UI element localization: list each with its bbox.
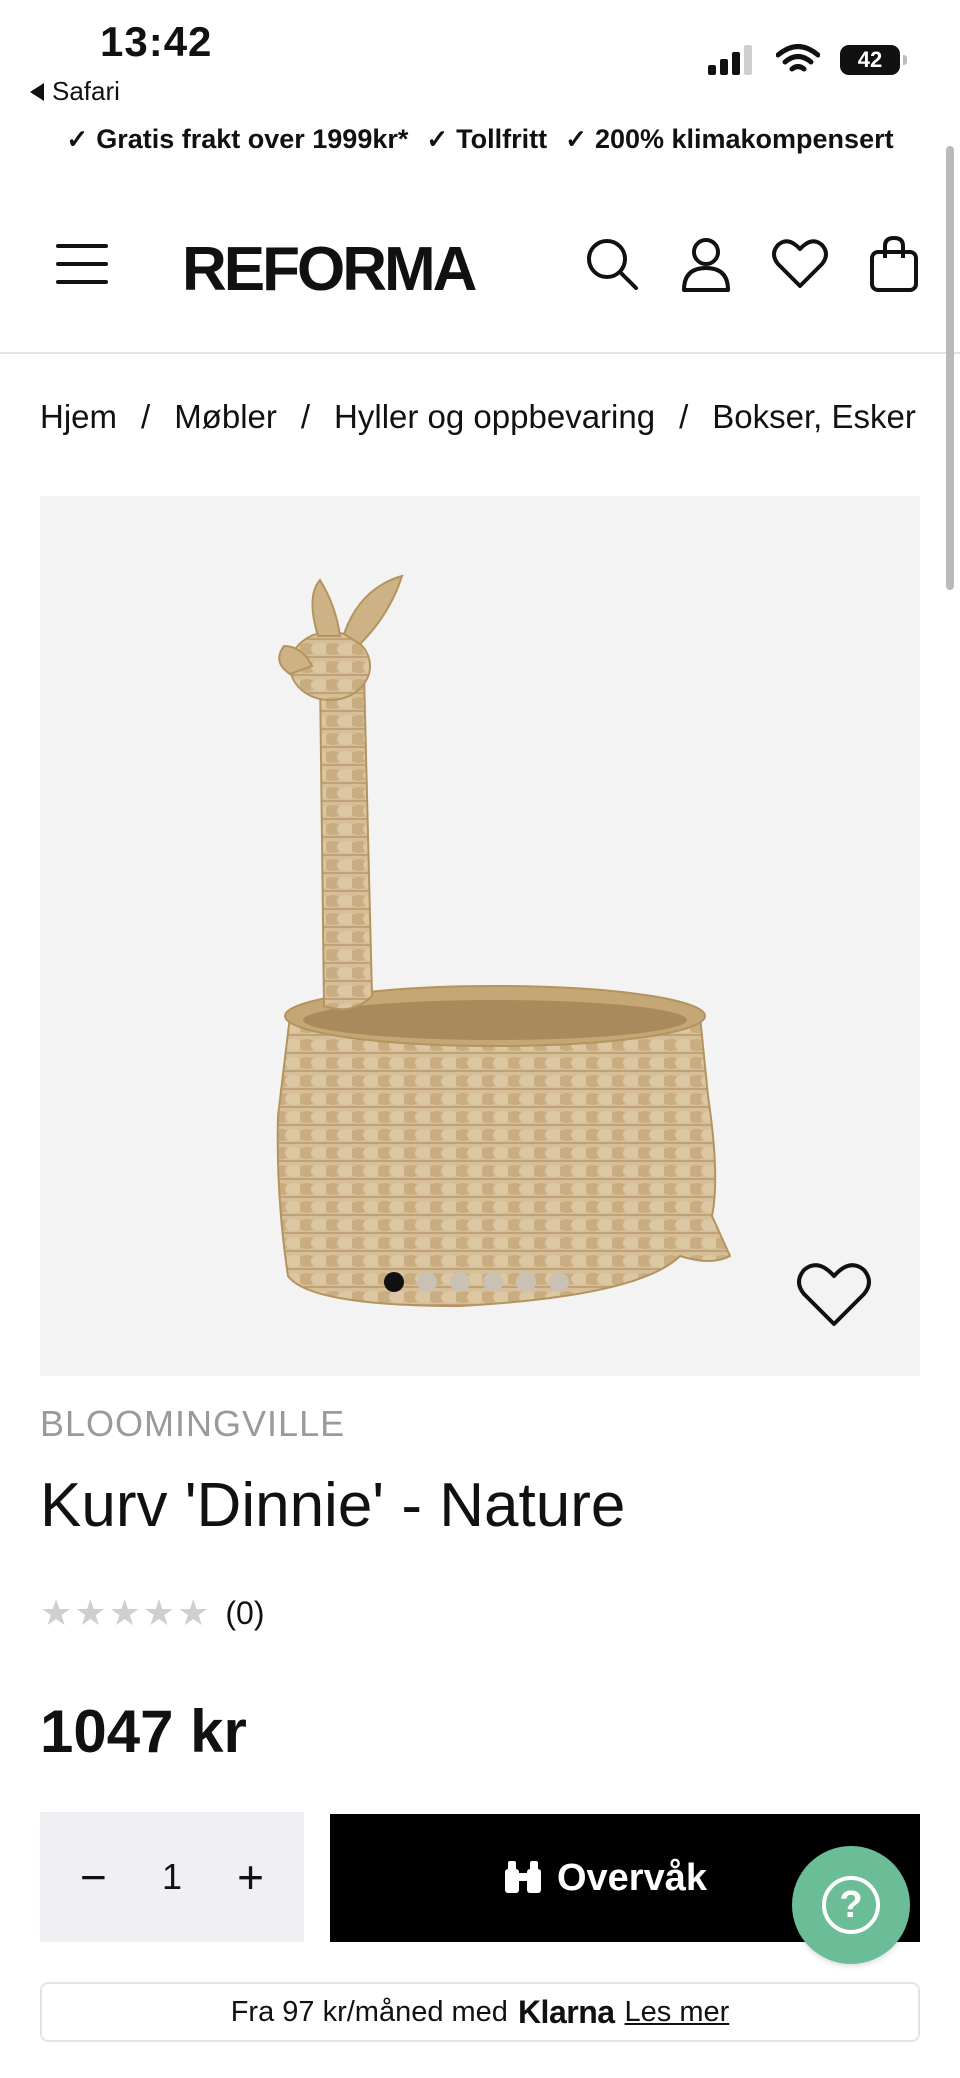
product-rating[interactable]: ★★★★★ (0) — [40, 1592, 264, 1634]
site-header: REFORMA — [0, 200, 960, 354]
search-icon[interactable] — [582, 234, 642, 294]
status-icons: 42 — [708, 44, 907, 76]
rating-count: (0) — [225, 1594, 265, 1631]
watch-label: Overvåk — [556, 1856, 707, 1899]
check-icon: ✓ — [426, 124, 449, 154]
usp-label: Gratis frakt over 1999kr* — [96, 124, 409, 154]
breadcrumb-link[interactable]: Hjem — [40, 398, 117, 435]
rating-stars-icon: ★★★★★ — [40, 1592, 212, 1633]
help-chat-button[interactable]: ? — [792, 1846, 910, 1964]
back-app-label: Safari — [52, 76, 120, 106]
usp-label: Tollfritt — [456, 124, 548, 154]
increase-quantity-button[interactable]: + — [237, 1854, 264, 1900]
product-brand[interactable]: BLOOMINGVILLE — [40, 1403, 345, 1445]
battery-icon: 42 — [840, 45, 907, 75]
klarna-financing-banner: Fra 97 kr/måned med Klarna Les mer — [40, 1982, 920, 2042]
binoculars-icon — [504, 1861, 541, 1893]
usp-item: ✓ Tollfritt — [426, 124, 547, 155]
usp-bar: ✓ Gratis frakt over 1999kr* ✓ Tollfritt ✓ 2… — [0, 124, 960, 155]
gallery-dot[interactable] — [549, 1272, 569, 1292]
wishlist-icon[interactable] — [770, 234, 830, 294]
cellular-signal-icon — [708, 45, 752, 75]
status-time: 13:42 — [100, 18, 213, 65]
gallery-dot[interactable] — [417, 1272, 437, 1292]
add-to-wishlist-heart-icon[interactable] — [796, 1262, 872, 1328]
product-image-gallery[interactable] — [40, 496, 920, 1376]
cart-icon[interactable] — [864, 234, 924, 294]
gallery-dot[interactable] — [516, 1272, 536, 1292]
menu-icon[interactable] — [56, 244, 108, 284]
quantity-value[interactable]: 1 — [162, 1856, 182, 1898]
usp-item: ✓ 200% klimakompensert — [565, 124, 893, 155]
decrease-quantity-button[interactable]: − — [80, 1854, 107, 1900]
usp-label: 200% klimakompensert — [594, 124, 894, 154]
gallery-dots — [384, 1272, 569, 1292]
page-scrollbar[interactable] — [946, 146, 954, 590]
gallery-dot[interactable] — [384, 1272, 404, 1292]
breadcrumb-link[interactable]: Bokser, Esker — [712, 398, 916, 435]
check-icon: ✓ — [66, 124, 89, 154]
back-to-app-link[interactable]: Safari — [30, 76, 120, 107]
gallery-dot[interactable] — [450, 1272, 470, 1292]
wifi-icon — [776, 44, 820, 72]
klarna-text: Fra 97 kr/måned med — [230, 1995, 508, 2028]
klarna-read-more-link[interactable]: Les mer — [625, 1996, 730, 2029]
usp-item: ✓ Gratis frakt over 1999kr* — [66, 124, 408, 155]
header-icons — [582, 234, 924, 294]
gallery-dot[interactable] — [483, 1272, 503, 1292]
back-arrow-icon — [30, 82, 44, 101]
site-logo[interactable]: REFORMA — [182, 234, 477, 305]
check-icon: ✓ — [565, 124, 587, 154]
klarna-logo: Klarna — [517, 1993, 615, 2030]
breadcrumb-link[interactable]: Møbler — [174, 398, 277, 435]
account-icon[interactable] — [676, 234, 736, 294]
breadcrumb: Hjem / Møbler / Hyller og oppbevaring / Bokser… — [40, 398, 916, 435]
product-price: 1047 kr — [40, 1698, 247, 1765]
breadcrumb-link[interactable]: Hyller og oppbevaring — [334, 398, 655, 435]
quantity-stepper: − 1 + — [40, 1812, 304, 1942]
help-question-icon: ? — [822, 1876, 880, 1934]
product-image — [276, 574, 732, 1308]
product-title: Kurv 'Dinnie' - Nature — [40, 1471, 626, 1540]
battery-level: 42 — [857, 47, 883, 72]
